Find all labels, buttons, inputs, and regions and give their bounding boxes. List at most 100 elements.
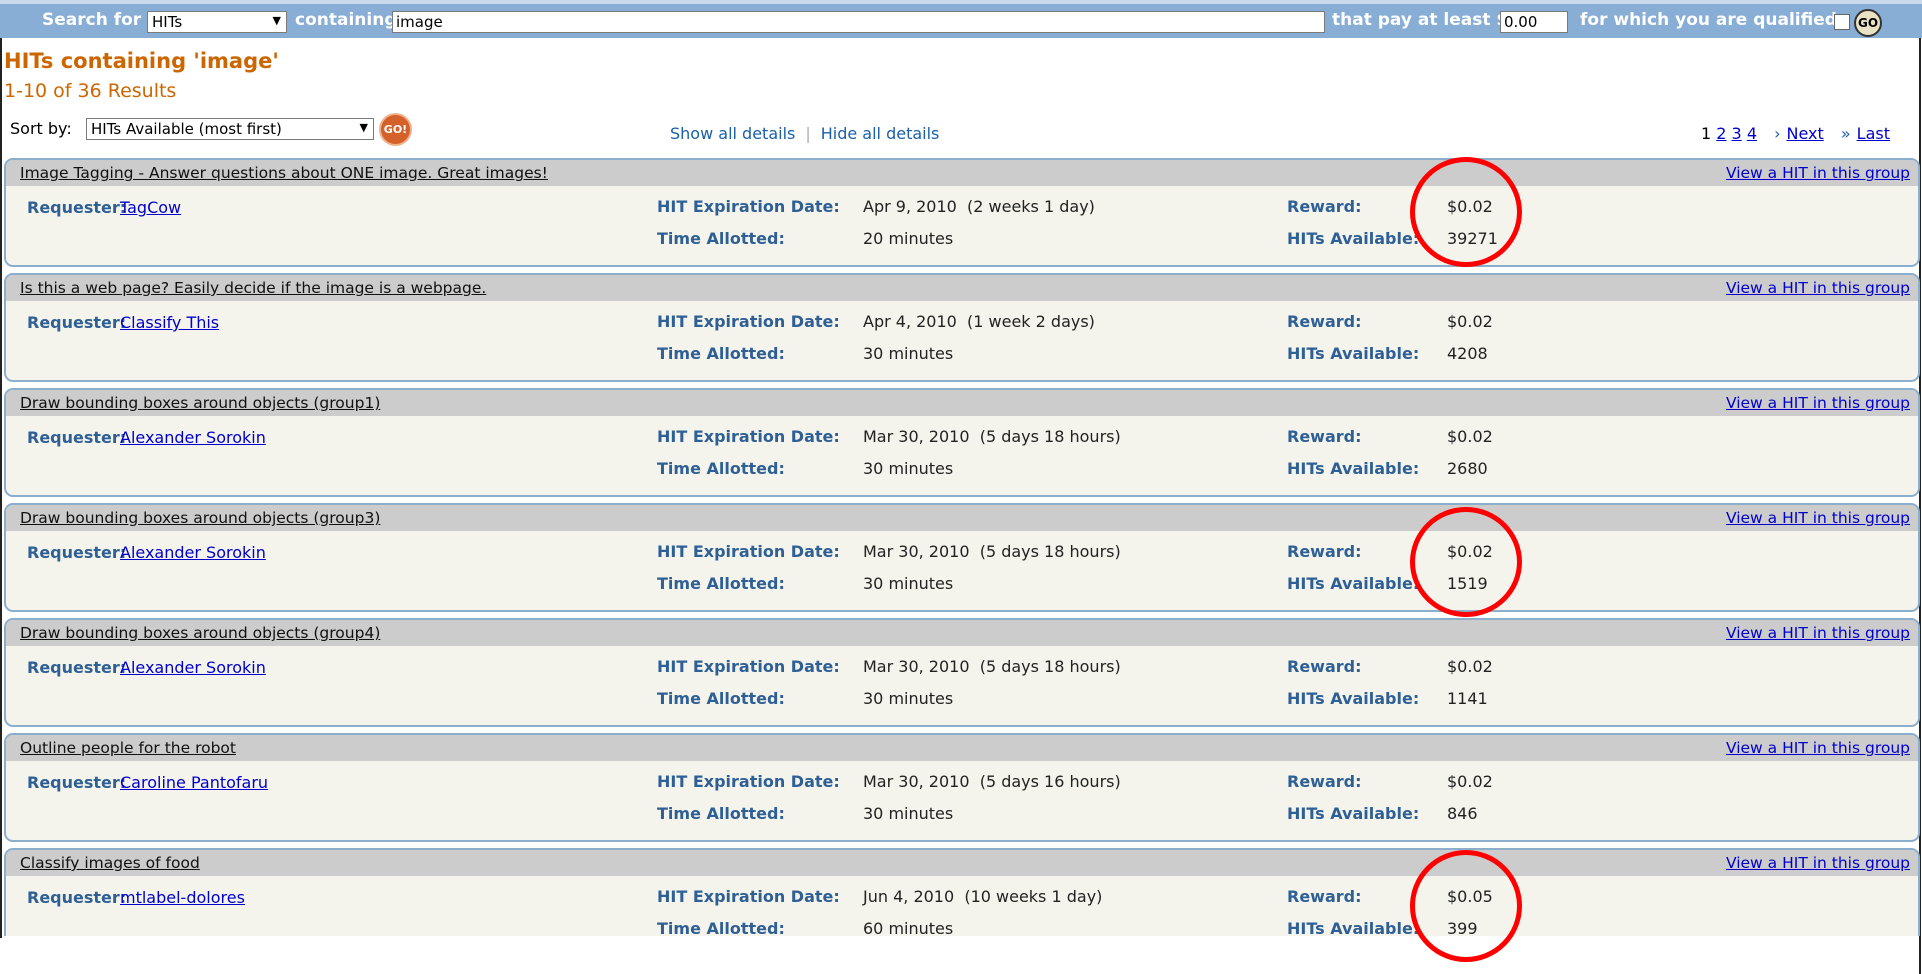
hit-title-link[interactable]: Classify images of food [20,850,200,876]
requester-link[interactable]: Alexander Sorokin [120,658,266,677]
time-allotted-label: Time Allotted: [657,229,785,248]
qualified-checkbox[interactable] [1834,14,1850,30]
hit-header: Image Tagging - Answer questions about O… [6,160,1918,186]
page-link-2[interactable]: 2 [1716,124,1726,143]
reward-value: $0.02 [1447,312,1493,331]
sort-go-button[interactable]: GO! [381,115,410,144]
hits-available-value: 846 [1447,804,1478,823]
time-allotted-value: 30 minutes [863,804,954,823]
details-toggle: Show all details | Hide all details [670,124,939,143]
view-hit-link[interactable]: View a HIT in this group [1726,275,1910,301]
hits-available-value: 399 [1447,919,1478,936]
expiration-label: HIT Expiration Date: [657,542,840,561]
time-allotted-label: Time Allotted: [657,689,785,708]
show-all-details-link[interactable]: Show all details [670,124,795,143]
time-allotted-value: 30 minutes [863,574,954,593]
time-allotted-value: 30 minutes [863,344,954,363]
hits-available-value: 1141 [1447,689,1488,708]
requester-label: Requester: [27,428,127,447]
expiration-label: HIT Expiration Date: [657,312,840,331]
search-bar: Search for HITs ▼ containing image that … [0,0,1922,38]
hits-available-label: HITs Available: [1287,344,1420,363]
requester-label: Requester: [27,658,127,677]
hit-title-link[interactable]: Is this a web page? Easily decide if the… [20,275,486,301]
hit-group: Draw bounding boxes around objects (grou… [4,618,1920,727]
hits-available-label: HITs Available: [1287,229,1420,248]
time-allotted-value: 20 minutes [863,229,954,248]
search-for-label: Search for [42,10,142,30]
expiration-label: HIT Expiration Date: [657,772,840,791]
min-reward-input[interactable]: 0.00 [1500,11,1568,33]
qualified-label: for which you are qualified [1580,10,1837,30]
expiration-value: Jun 4, 2010 (10 weeks 1 day) [863,887,1103,906]
search-go-button[interactable]: GO [1854,9,1882,37]
hit-group: Image Tagging - Answer questions about O… [4,158,1920,267]
reward-label: Reward: [1287,542,1362,561]
page-link-4[interactable]: 4 [1747,124,1757,143]
view-hit-link[interactable]: View a HIT in this group [1726,160,1910,186]
requester-link[interactable]: Classify This [120,313,219,332]
time-allotted-value: 60 minutes [863,919,954,936]
containing-label: containing [295,10,397,30]
view-hit-link[interactable]: View a HIT in this group [1726,505,1910,531]
reward-label: Reward: [1287,427,1362,446]
hits-available-label: HITs Available: [1287,574,1420,593]
time-allotted-label: Time Allotted: [657,459,785,478]
reward-label: Reward: [1287,772,1362,791]
hit-group: Is this a web page? Easily decide if the… [4,273,1920,382]
hit-title-link[interactable]: Draw bounding boxes around objects (grou… [20,505,380,531]
next-page-link[interactable]: Next [1787,124,1824,143]
double-chevron-right-icon: » [1840,124,1851,143]
requester-label: Requester: [27,313,127,332]
hits-available-label: HITs Available: [1287,459,1420,478]
page-current: 1 [1700,124,1712,143]
sort-value: HITs Available (most first) [91,120,282,138]
requester-link[interactable]: TagCow [120,198,181,217]
view-hit-link[interactable]: View a HIT in this group [1726,735,1910,761]
requester-link[interactable]: Alexander Sorokin [120,543,266,562]
time-allotted-label: Time Allotted: [657,919,785,936]
requester-link[interactable]: mtlabel-dolores [120,888,245,907]
reward-value: $0.02 [1447,772,1493,791]
hit-group: Draw bounding boxes around objects (grou… [4,503,1920,612]
hit-title-link[interactable]: Draw bounding boxes around objects (grou… [20,390,380,416]
hit-header: Draw bounding boxes around objects (grou… [6,505,1918,531]
requester-label: Requester: [27,198,127,217]
sort-select[interactable]: HITs Available (most first) ▼ [86,118,374,140]
hit-title-link[interactable]: Outline people for the robot [20,735,236,761]
results-count: 1-10 of 36 Results [4,80,177,102]
chevron-down-icon: ▼ [359,121,368,134]
left-border [0,38,2,938]
time-allotted-label: Time Allotted: [657,344,785,363]
hit-title-link[interactable]: Image Tagging - Answer questions about O… [20,160,548,186]
last-page-link[interactable]: Last [1857,124,1890,143]
hit-header: Draw bounding boxes around objects (grou… [6,390,1918,416]
view-hit-link[interactable]: View a HIT in this group [1726,390,1910,416]
requester-link[interactable]: Caroline Pantofaru [120,773,268,792]
hit-group: Draw bounding boxes around objects (grou… [4,388,1920,497]
hit-group: Outline people for the robot View a HIT … [4,733,1920,842]
hit-group: Classify images of food View a HIT in th… [4,848,1920,936]
reward-value: $0.05 [1447,887,1493,906]
view-hit-link[interactable]: View a HIT in this group [1726,850,1910,876]
expiration-value: Mar 30, 2010 (5 days 18 hours) [863,657,1121,676]
time-allotted-value: 30 minutes [863,689,954,708]
reward-value: $0.02 [1447,197,1493,216]
expiration-value: Apr 4, 2010 (1 week 2 days) [863,312,1095,331]
reward-label: Reward: [1287,657,1362,676]
keyword-input[interactable]: image [392,11,1325,33]
hits-available-label: HITs Available: [1287,919,1420,936]
view-hit-link[interactable]: View a HIT in this group [1726,620,1910,646]
expiration-label: HIT Expiration Date: [657,197,840,216]
hide-all-details-link[interactable]: Hide all details [821,124,940,143]
requester-label: Requester: [27,773,127,792]
hit-type-select[interactable]: HITs ▼ [147,11,287,33]
hit-header: Classify images of food View a HIT in th… [6,850,1918,876]
expiration-value: Mar 30, 2010 (5 days 18 hours) [863,542,1121,561]
separator: | [805,124,811,143]
reward-value: $0.02 [1447,427,1493,446]
hit-title-link[interactable]: Draw bounding boxes around objects (grou… [20,620,380,646]
page-link-3[interactable]: 3 [1732,124,1742,143]
hits-available-value: 2680 [1447,459,1488,478]
requester-link[interactable]: Alexander Sorokin [120,428,266,447]
